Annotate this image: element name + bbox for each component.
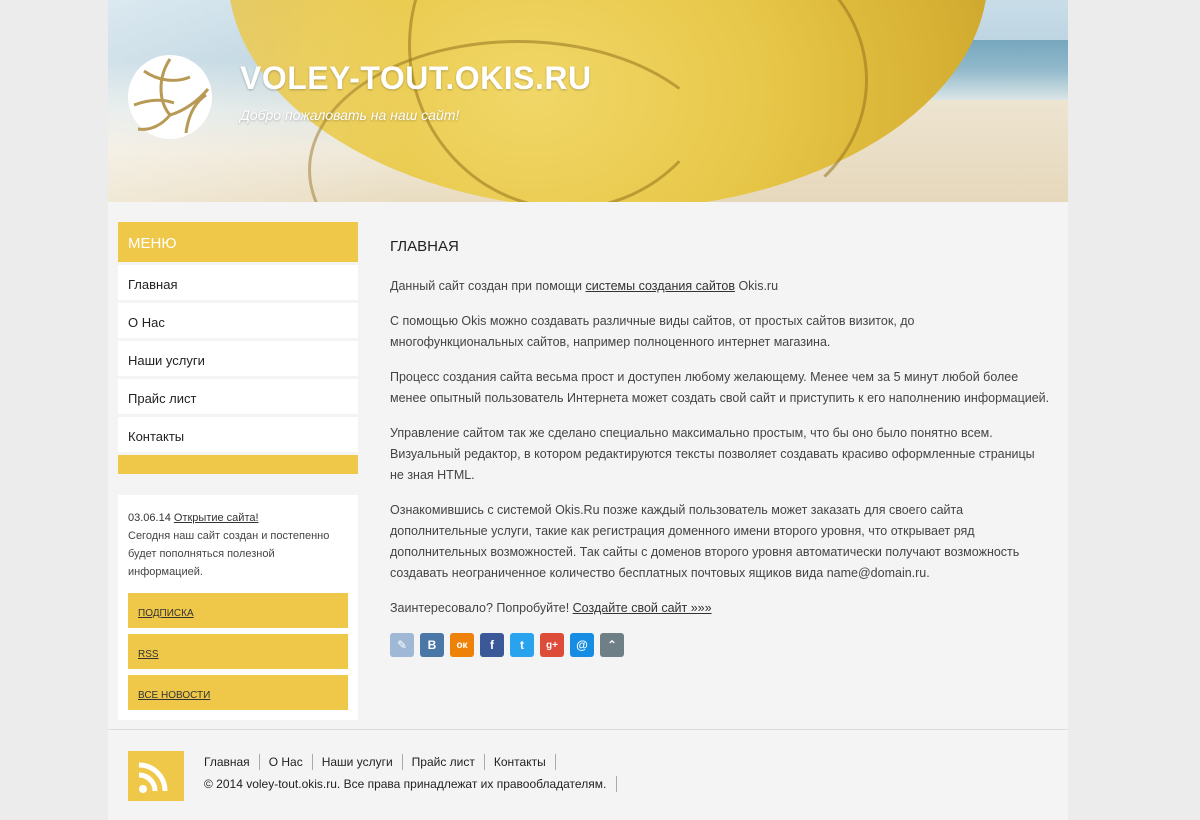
- footer: Главная О Нас Наши услуги Прайс лист Кон…: [108, 729, 1068, 820]
- footer-link-services[interactable]: Наши услуги: [322, 754, 403, 770]
- twitter-icon[interactable]: t: [510, 633, 534, 657]
- footer-link-pricelist[interactable]: Прайс лист: [412, 754, 485, 770]
- news-block: 03.06.14 Открытие сайта! Сегодня наш сай…: [118, 495, 358, 720]
- rss-icon[interactable]: [128, 751, 184, 801]
- header-banner: VOLEY-TOUT.OKIS.RU Добро пожаловать на н…: [108, 0, 1068, 202]
- menu-title: МЕНЮ: [118, 222, 358, 262]
- vkontakte-icon[interactable]: B: [420, 633, 444, 657]
- paragraph-3: Процесс создания сайта весьма прост и до…: [390, 370, 1050, 405]
- create-site-link[interactable]: Создайте свой сайт »»»: [573, 601, 712, 615]
- googleplus-icon[interactable]: g+: [540, 633, 564, 657]
- news-item: 03.06.14 Открытие сайта! Сегодня наш сай…: [128, 509, 348, 581]
- sidebar-item-home[interactable]: Главная: [118, 265, 358, 300]
- copyright: © 2014 voley-tout.okis.ru. Все права при…: [204, 776, 618, 792]
- facebook-icon[interactable]: f: [480, 633, 504, 657]
- footer-link-home[interactable]: Главная: [204, 754, 260, 770]
- news-date: 03.06.14: [128, 512, 171, 524]
- paragraph-1: Данный сайт создан при помощи системы со…: [390, 279, 779, 293]
- footer-nav: Главная О Нас Наши услуги Прайс лист Кон…: [204, 754, 565, 770]
- site-builder-link[interactable]: системы создания сайтов: [586, 279, 735, 293]
- site-title[interactable]: VOLEY-TOUT.OKIS.RU: [240, 60, 592, 97]
- sidebar: МЕНЮ Главная О Нас Наши услуги Прайс лис…: [118, 222, 358, 720]
- page-title: ГЛАВНАЯ: [390, 238, 459, 255]
- page: VOLEY-TOUT.OKIS.RU Добро пожаловать на н…: [108, 0, 1068, 820]
- sidebar-item-contacts[interactable]: Контакты: [118, 417, 358, 452]
- menu-footer-bar: [118, 455, 358, 474]
- site-slogan: Добро пожаловать на наш сайт!: [240, 107, 460, 123]
- odnoklassniki-icon[interactable]: ок: [450, 633, 474, 657]
- livejournal-icon[interactable]: ✎: [390, 633, 414, 657]
- rss-button[interactable]: RSS: [128, 634, 348, 669]
- paragraph-6: Заинтересовало? Попробуйте! Создайте сво…: [390, 601, 712, 615]
- subscribe-button[interactable]: ПОДПИСКА: [128, 593, 348, 628]
- all-news-button[interactable]: ВСЕ НОВОСТИ: [128, 675, 348, 710]
- sidebar-item-pricelist[interactable]: Прайс лист: [118, 379, 358, 414]
- paragraph-5: Ознакомившись с системой Okis.Ru позже к…: [390, 503, 1020, 580]
- sidebar-item-services[interactable]: Наши услуги: [118, 341, 358, 376]
- more-icon[interactable]: ⌃: [600, 633, 624, 657]
- news-link[interactable]: Открытие сайта!: [174, 512, 259, 524]
- news-text: Сегодня наш сайт создан и постепенно буд…: [128, 530, 330, 578]
- mailru-icon[interactable]: @: [570, 633, 594, 657]
- footer-link-about[interactable]: О Нас: [269, 754, 313, 770]
- paragraph-4: Управление сайтом так же сделано специал…: [390, 426, 1035, 482]
- sidebar-item-about[interactable]: О Нас: [118, 303, 358, 338]
- volleyball-icon[interactable]: [128, 55, 212, 139]
- footer-link-contacts[interactable]: Контакты: [494, 754, 556, 770]
- share-buttons: ✎ B ок f t g+ @ ⌃: [390, 633, 1050, 657]
- main-content: ГЛАВНАЯ Данный сайт создан при помощи си…: [390, 236, 1050, 657]
- paragraph-2: С помощью Okis можно создавать различные…: [390, 314, 915, 349]
